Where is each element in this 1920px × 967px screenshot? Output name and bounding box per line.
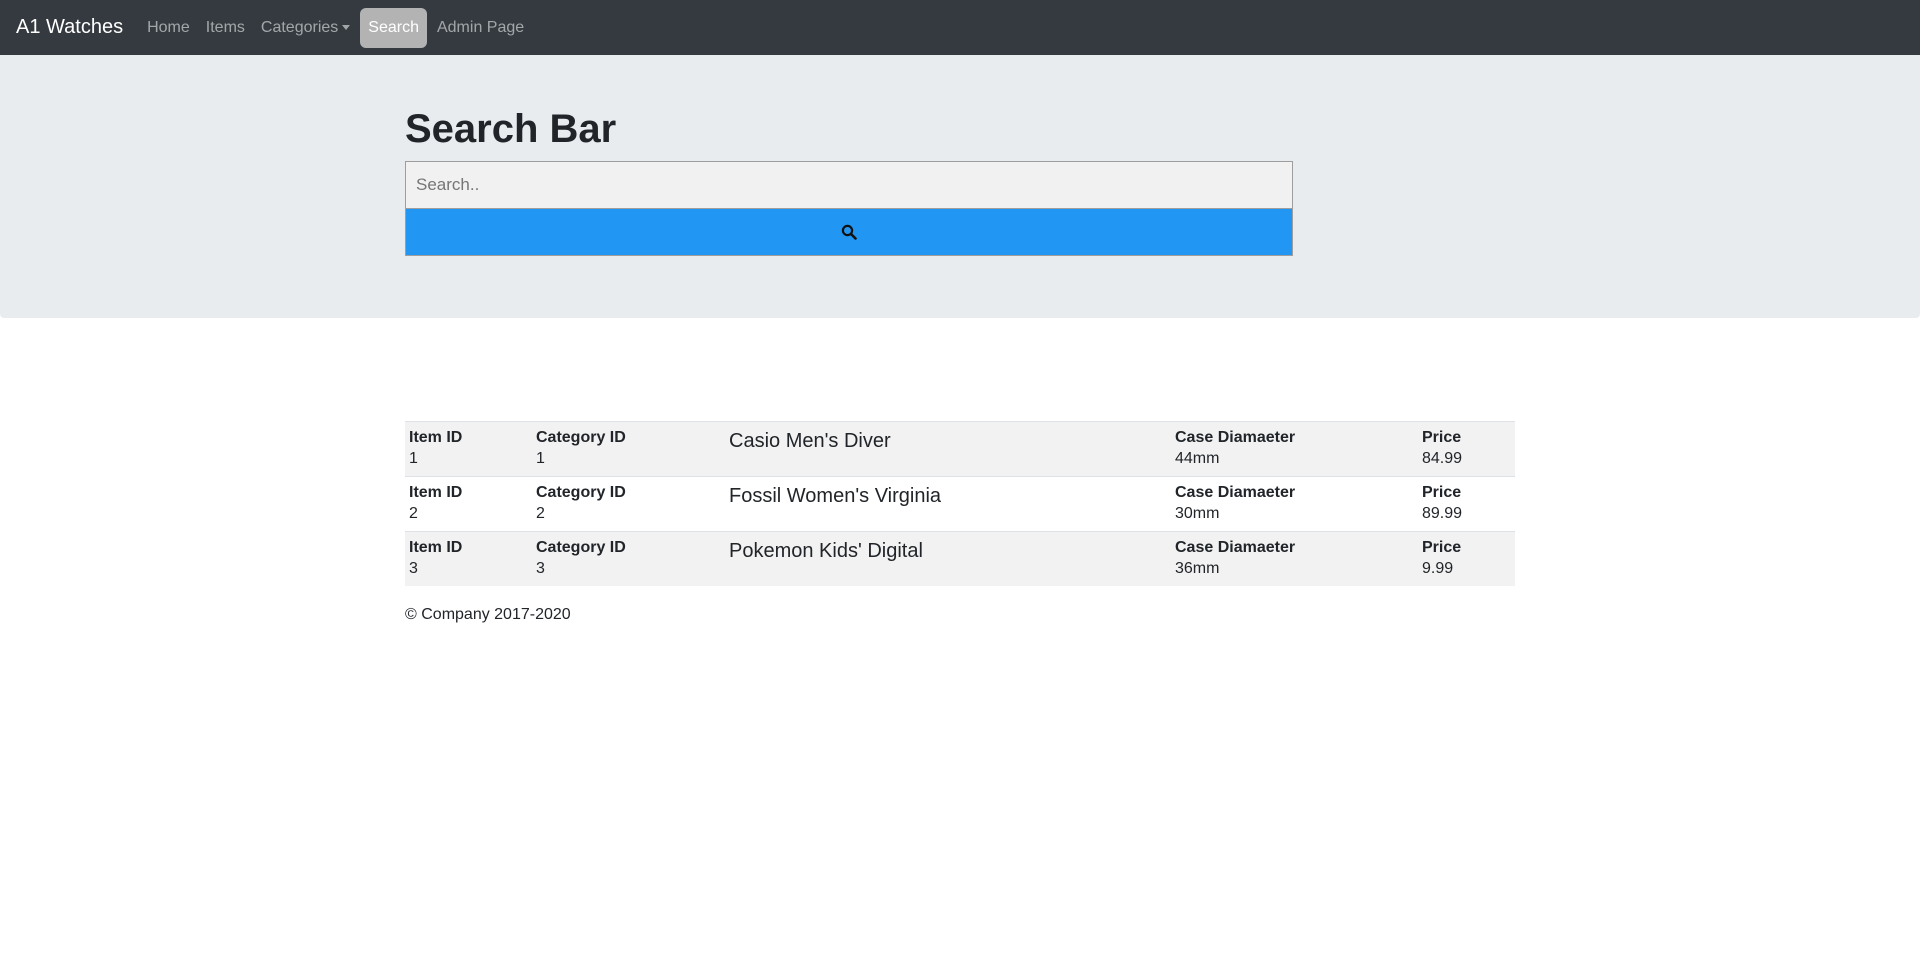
- item-id-cell: Item ID 1: [405, 422, 532, 477]
- price-label: Price: [1422, 539, 1462, 556]
- price-label: Price: [1422, 429, 1462, 446]
- brand-link[interactable]: A1 Watches: [16, 16, 123, 39]
- category-id-cell: Category ID 3: [532, 532, 725, 587]
- case-diameter-label: Case Diamaeter: [1175, 429, 1296, 446]
- category-id-cell: Category ID 1: [532, 422, 725, 477]
- table-row: Item ID 1 Category ID 1 Casio Men's Dive…: [405, 421, 1515, 477]
- item-name: Casio Men's Diver: [729, 430, 891, 452]
- item-id-label: Item ID: [409, 539, 463, 556]
- category-id-cell: Category ID 2: [532, 477, 725, 532]
- price-cell: Price 9.99: [1418, 532, 1515, 587]
- item-name-cell: Casio Men's Diver: [725, 422, 1171, 477]
- item-name: Fossil Women's Virginia: [729, 485, 942, 507]
- nav-admin-page[interactable]: Admin Page: [429, 11, 532, 45]
- item-id-value: 3: [409, 560, 418, 577]
- nav-home[interactable]: Home: [139, 11, 198, 45]
- search-button[interactable]: [405, 209, 1293, 256]
- footer-copyright: © Company 2017-2020: [405, 606, 571, 623]
- item-id-cell: Item ID 3: [405, 532, 532, 587]
- case-diameter-label: Case Diamaeter: [1175, 484, 1296, 501]
- category-id-value: 1: [536, 450, 545, 467]
- price-label: Price: [1422, 484, 1462, 501]
- page-title: Search Bar: [405, 107, 617, 151]
- item-id-value: 2: [409, 505, 418, 522]
- nav-items[interactable]: Items: [198, 11, 253, 45]
- case-diameter-cell: Case Diamaeter 44mm: [1171, 422, 1418, 477]
- category-id-label: Category ID: [536, 539, 626, 556]
- search-jumbotron: Search Bar: [0, 55, 1920, 318]
- results-table: Item ID 1 Category ID 1 Casio Men's Dive…: [405, 421, 1515, 586]
- item-name: Pokemon Kids' Digital: [729, 540, 923, 562]
- table-row: Item ID 2 Category ID 2 Fossil Women's V…: [405, 476, 1515, 532]
- case-diameter-value: 44mm: [1175, 450, 1220, 467]
- results-section: Item ID 1 Category ID 1 Casio Men's Dive…: [405, 421, 1515, 624]
- case-diameter-value: 36mm: [1175, 560, 1220, 577]
- category-id-value: 2: [536, 505, 545, 522]
- category-id-value: 3: [536, 560, 545, 577]
- case-diameter-label: Case Diamaeter: [1175, 539, 1296, 556]
- item-id-label: Item ID: [409, 484, 463, 501]
- top-navbar: A1 Watches Home Items Categories Search …: [0, 0, 1920, 55]
- case-diameter-value: 30mm: [1175, 505, 1220, 522]
- nav-categories-label: Categories: [260, 18, 339, 36]
- search-icon: [841, 224, 857, 240]
- caret-down-icon: [342, 25, 351, 30]
- price-cell: Price 84.99: [1418, 422, 1515, 477]
- price-value: 9.99: [1422, 560, 1454, 577]
- table-row: Item ID 3 Category ID 3 Pokemon Kids' Di…: [405, 531, 1515, 587]
- nav-search[interactable]: Search: [360, 7, 427, 48]
- price-value: 84.99: [1422, 450, 1463, 467]
- item-id-cell: Item ID 2: [405, 477, 532, 532]
- case-diameter-cell: Case Diamaeter 30mm: [1171, 477, 1418, 532]
- item-name-cell: Pokemon Kids' Digital: [725, 532, 1171, 587]
- item-id-label: Item ID: [409, 429, 463, 446]
- item-id-value: 1: [409, 450, 418, 467]
- price-cell: Price 89.99: [1418, 477, 1515, 532]
- price-value: 89.99: [1422, 505, 1463, 522]
- category-id-label: Category ID: [536, 429, 626, 446]
- nav-categories-dropdown[interactable]: Categories: [253, 11, 358, 45]
- item-name-cell: Fossil Women's Virginia: [725, 477, 1171, 532]
- search-input[interactable]: [405, 161, 1293, 209]
- category-id-label: Category ID: [536, 484, 626, 501]
- case-diameter-cell: Case Diamaeter 36mm: [1171, 532, 1418, 587]
